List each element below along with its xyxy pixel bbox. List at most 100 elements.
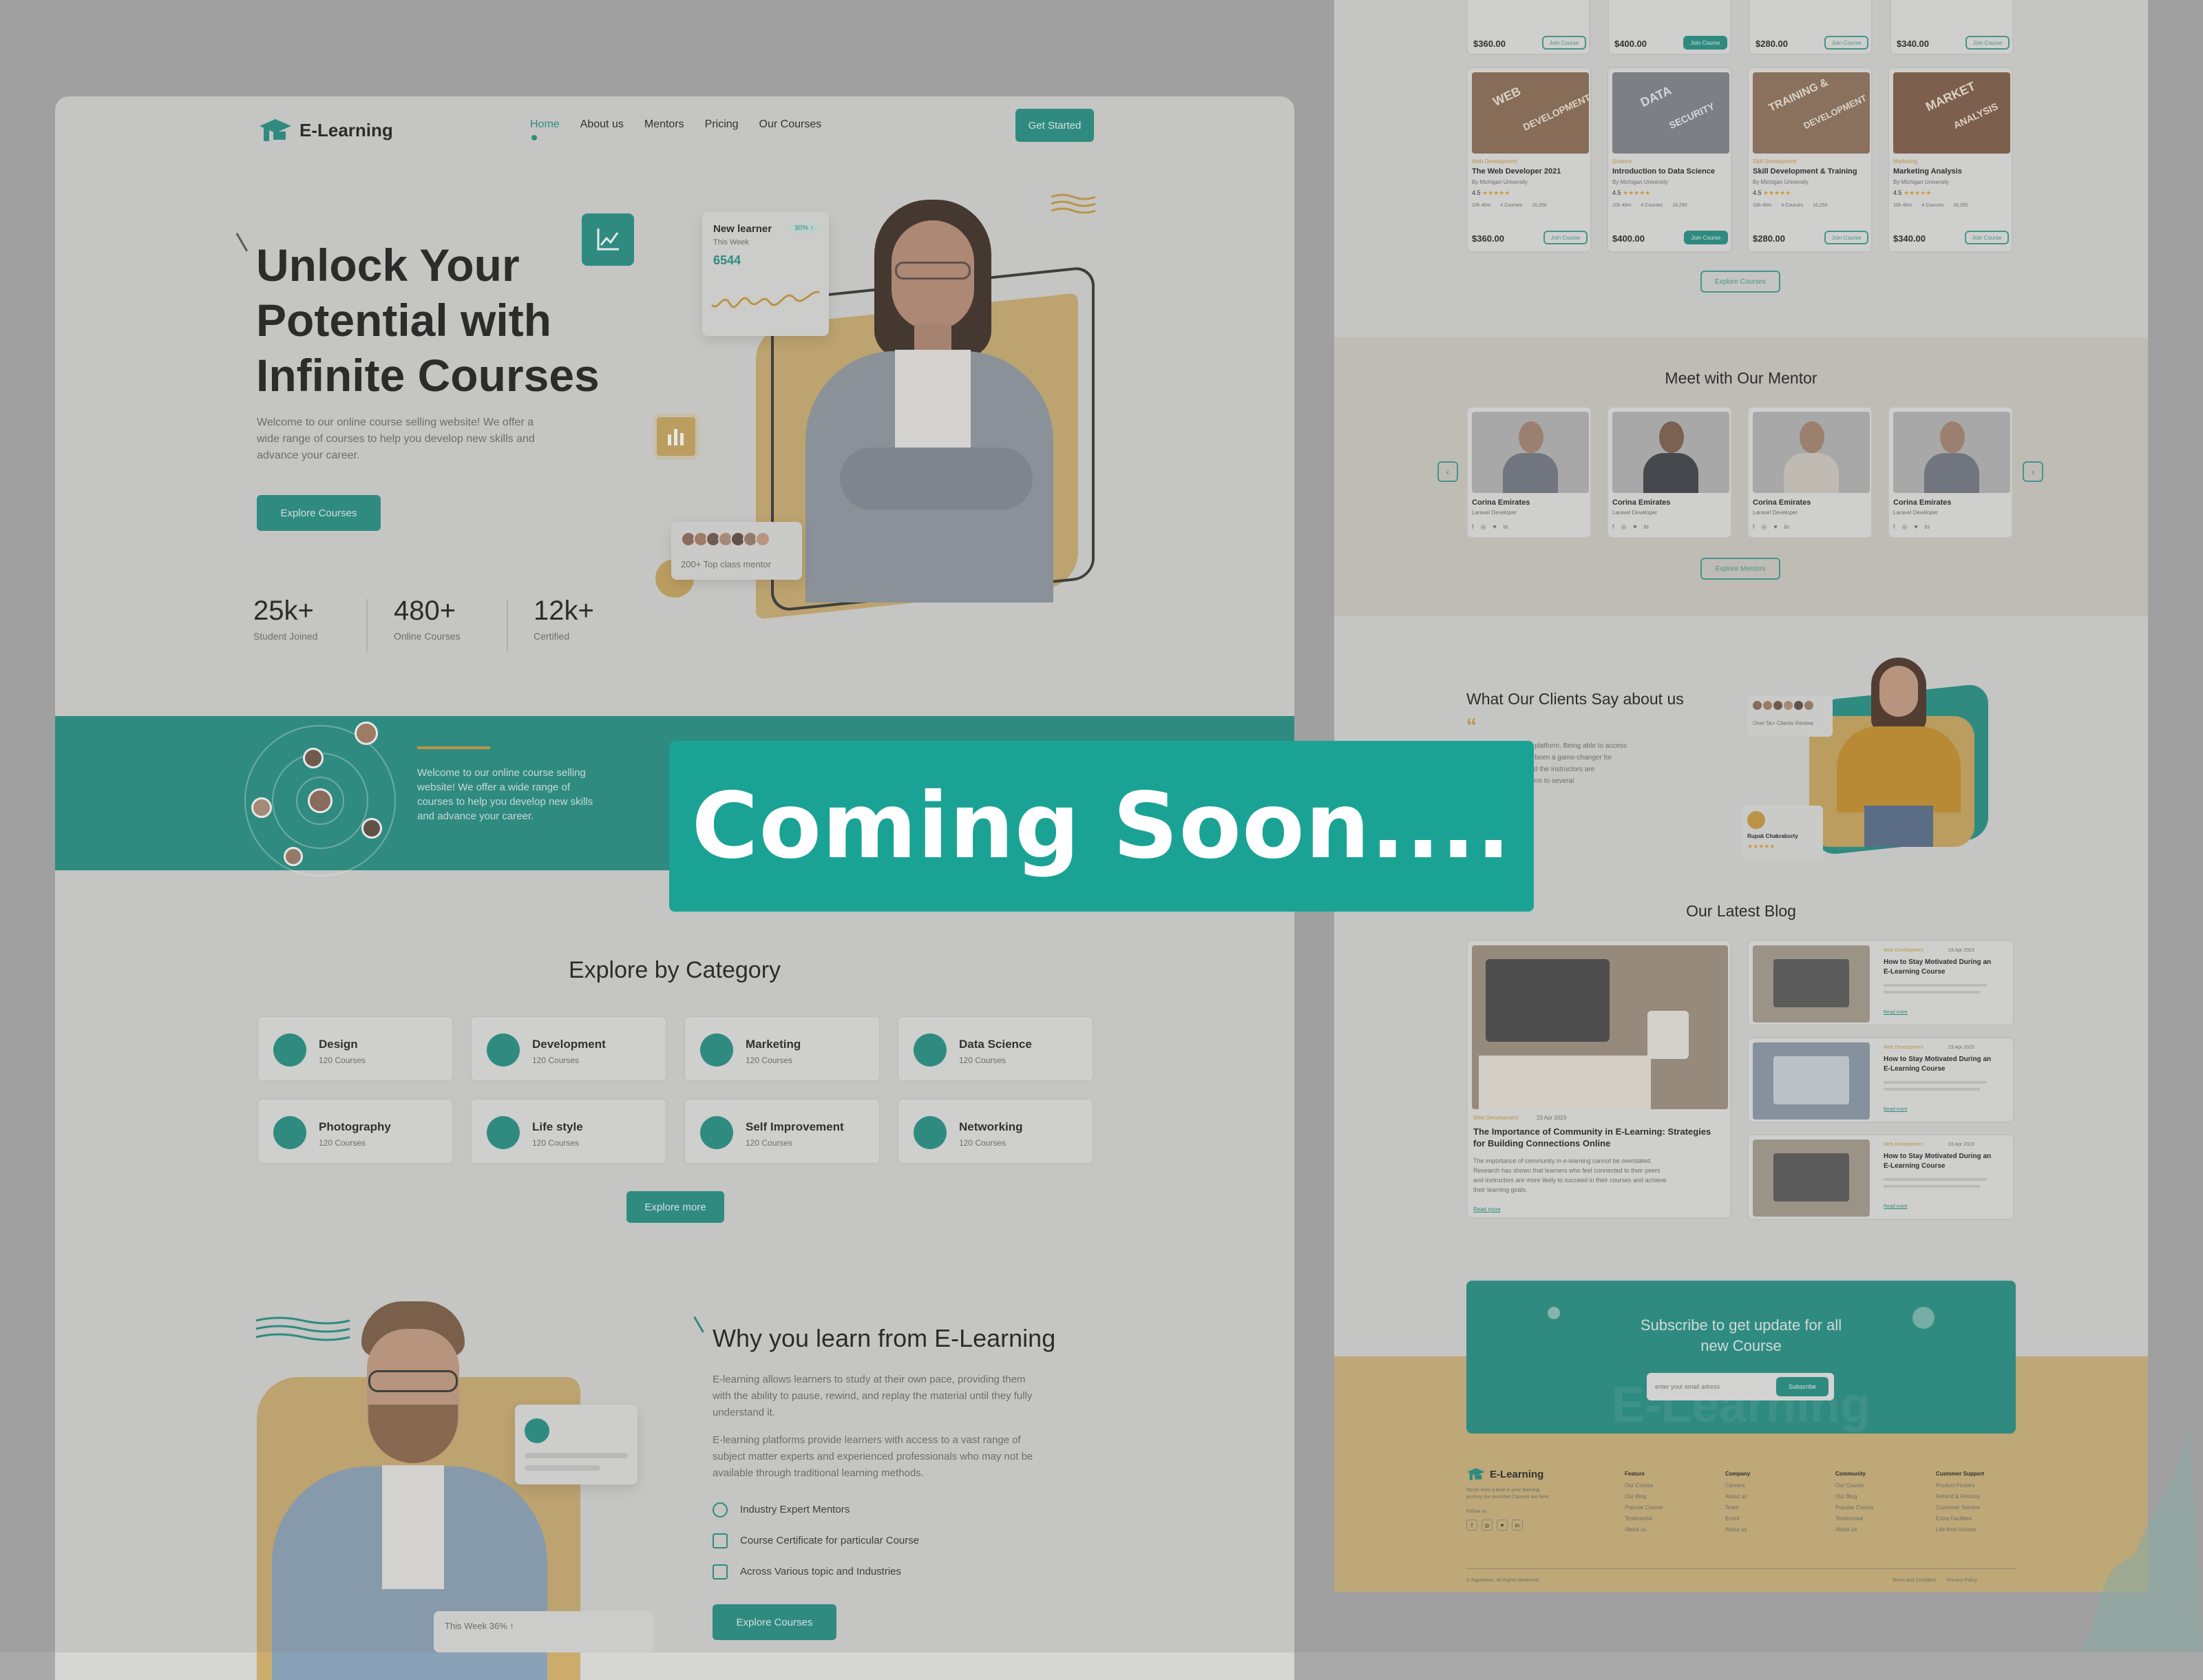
nav-mentors[interactable]: Mentors xyxy=(644,118,684,131)
mentor-card[interactable]: Corina Emirates Laravel Developer f ◎ ♥ in xyxy=(1466,406,1592,538)
category-card-photography[interactable]: Photography 120 Courses xyxy=(257,1098,454,1164)
category-card-development[interactable]: Development 120 Courses xyxy=(470,1016,667,1082)
hero-explore-courses-button[interactable]: Explore Courses xyxy=(257,495,381,531)
subscribe-email-input[interactable] xyxy=(1655,1380,1765,1394)
footer-link[interactable]: Our Blog xyxy=(1835,1493,1936,1500)
facebook-icon[interactable]: f xyxy=(1612,523,1614,531)
why-paragraph-line: available through traditional learning m… xyxy=(713,1467,924,1479)
course-card[interactable]: WEB DEVELOPMENT Web Development The Web … xyxy=(1466,67,1592,253)
footer-link[interactable]: Refund & Returns xyxy=(1936,1493,2025,1500)
get-started-button[interactable]: Get Started xyxy=(1015,109,1094,142)
facebook-icon[interactable]: f xyxy=(1753,523,1755,531)
footer-link[interactable]: Testimonial xyxy=(1835,1515,1936,1522)
twitter-icon[interactable]: ♥ xyxy=(1914,523,1917,531)
facebook-icon[interactable]: f xyxy=(1893,523,1895,531)
why-explore-courses-button[interactable]: Explore Courses xyxy=(713,1604,836,1640)
category-card-networking[interactable]: Networking 120 Courses xyxy=(897,1098,1094,1164)
join-course-button[interactable]: Join Course xyxy=(1824,231,1868,244)
mentor-card[interactable]: Corina Emirates Laravel Developer f ◎ ♥ in xyxy=(1888,406,2013,538)
blog-side-card[interactable]: Web Development 23 Apr 2023 How to Stay … xyxy=(1747,940,2014,1026)
nav-our-courses[interactable]: Our Courses xyxy=(759,118,822,131)
category-card-lifestyle[interactable]: Life style 120 Courses xyxy=(470,1098,667,1164)
footer-link[interactable]: Our Course xyxy=(1625,1482,1725,1489)
instagram-icon[interactable]: ◎ xyxy=(1902,523,1908,531)
course-card[interactable]: MARKET ANALYSIS Marketing Marketing Anal… xyxy=(1888,67,2013,253)
join-course-button[interactable]: Join Course xyxy=(1684,231,1728,244)
blog-title-line: E-Learning Course xyxy=(1884,1162,1946,1170)
instagram-icon[interactable]: ◎ xyxy=(1621,523,1627,531)
instagram-icon[interactable]: ◎ xyxy=(1481,523,1486,531)
footer-link[interactable]: Event xyxy=(1725,1515,1835,1522)
footer-link[interactable]: Our Course xyxy=(1835,1482,1936,1489)
why-paragraph-2: E-learning platforms provide learners wi… xyxy=(713,1432,1033,1482)
read-more-link[interactable]: Read more xyxy=(1884,1107,1908,1112)
explore-more-button[interactable]: Explore more xyxy=(626,1191,724,1223)
blog-side-card[interactable]: Web Development 23 Apr 2023 How to Stay … xyxy=(1747,1037,2014,1123)
main-nav: Home About us Mentors Pricing Our Course… xyxy=(530,118,821,131)
linkedin-icon[interactable]: in xyxy=(1925,523,1930,531)
facebook-icon[interactable]: f xyxy=(1466,1520,1477,1531)
footer-link[interactable]: Life-time Access xyxy=(1936,1526,2025,1533)
footer-link[interactable]: Product Finders xyxy=(1936,1482,2025,1489)
join-course-button[interactable]: Join Course xyxy=(1543,231,1588,244)
mentor-next-button[interactable]: › xyxy=(2023,461,2043,482)
footer-link[interactable]: About us xyxy=(1725,1526,1835,1533)
course-card[interactable]: DATA SECURITY Science Introduction to Da… xyxy=(1607,67,1732,253)
footer-link[interactable]: Popular Course xyxy=(1835,1504,1936,1511)
mentor-card[interactable]: Corina Emirates Laravel Developer f ◎ ♥ in xyxy=(1607,406,1732,538)
blog-main-card[interactable]: Web Development 23 Apr 2023 The Importan… xyxy=(1466,940,1731,1219)
join-course-button[interactable]: Join Course xyxy=(1965,36,2010,50)
instagram-icon[interactable]: ◎ xyxy=(1482,1520,1493,1531)
footer-logo[interactable]: E-Learning xyxy=(1466,1467,1550,1482)
mentor-prev-button[interactable]: ‹ xyxy=(1437,461,1458,482)
linkedin-icon[interactable]: in xyxy=(1644,523,1649,531)
blog-side-card[interactable]: Web Development 23 Apr 2023 How to Stay … xyxy=(1747,1134,2014,1220)
linkedin-icon[interactable]: in xyxy=(1784,523,1789,531)
category-card-marketing[interactable]: Marketing 120 Courses xyxy=(684,1016,881,1082)
mentor-head xyxy=(1659,421,1684,453)
mentor-card[interactable]: Corina Emirates Laravel Developer f ◎ ♥ in xyxy=(1747,406,1873,538)
footer-link[interactable]: Customer Service xyxy=(1936,1504,2025,1511)
twitter-icon[interactable]: ♥ xyxy=(1633,523,1636,531)
footer-link[interactable]: Our Blog xyxy=(1625,1493,1725,1500)
read-more-link[interactable]: Read more xyxy=(1884,1010,1908,1015)
footer-link[interactable]: Popular Course xyxy=(1625,1504,1725,1511)
woman-arms xyxy=(840,448,1033,510)
nav-about[interactable]: About us xyxy=(580,118,624,131)
join-course-button[interactable]: Join Course xyxy=(1542,36,1586,50)
category-card-design[interactable]: Design 120 Courses xyxy=(257,1016,454,1082)
linkedin-icon[interactable]: in xyxy=(1512,1520,1523,1531)
facebook-icon[interactable]: f xyxy=(1472,523,1474,531)
category-card-data-science[interactable]: Data Science 120 Courses xyxy=(897,1016,1094,1082)
footer-link[interactable]: Extra Facilities xyxy=(1936,1515,2025,1522)
join-course-button[interactable]: Join Course xyxy=(1965,231,2009,244)
explore-mentors-button[interactable]: Explore Mentors xyxy=(1700,558,1780,580)
instagram-icon[interactable]: ◎ xyxy=(1762,523,1767,531)
terms-link[interactable]: Terms and Condition xyxy=(1892,1578,1936,1583)
read-more-link[interactable]: Read more xyxy=(1884,1204,1908,1209)
category-card-self-improvement[interactable]: Self Improvement 120 Courses xyxy=(684,1098,881,1164)
nav-pricing[interactable]: Pricing xyxy=(705,118,739,131)
course-card[interactable]: TRAINING & DEVELOPMENT Skill Development… xyxy=(1747,67,1873,253)
footer-link[interactable]: About us xyxy=(1625,1526,1725,1533)
nav-home[interactable]: Home xyxy=(530,118,560,131)
course-duration: 10h 40m xyxy=(1753,203,1772,208)
linkedin-icon[interactable]: in xyxy=(1504,523,1508,531)
twitter-icon[interactable]: ♥ xyxy=(1493,523,1496,531)
footer-link[interactable]: Testimonial xyxy=(1625,1515,1725,1522)
footer-link[interactable]: Careers xyxy=(1725,1482,1835,1489)
footer-link[interactable]: About us xyxy=(1725,1493,1835,1500)
avatar xyxy=(1804,701,1813,710)
subscribe-button[interactable]: Subscribe xyxy=(1776,1377,1828,1396)
woman-glasses xyxy=(895,262,971,280)
footer-link[interactable]: Team xyxy=(1725,1504,1835,1511)
join-course-button[interactable]: Join Course xyxy=(1683,36,1727,50)
explore-courses-outline-button[interactable]: Explore Courses xyxy=(1700,271,1780,293)
twitter-icon[interactable]: ♥ xyxy=(1773,523,1777,531)
brand-logo[interactable]: E-Learning xyxy=(258,113,393,147)
footer-link[interactable]: About us xyxy=(1835,1526,1936,1533)
join-course-button[interactable]: Join Course xyxy=(1824,36,1868,50)
twitter-icon[interactable]: ♥ xyxy=(1497,1520,1508,1531)
privacy-link[interactable]: Privacy Policy xyxy=(1947,1578,1977,1583)
read-more-link[interactable]: Read more xyxy=(1473,1206,1501,1212)
